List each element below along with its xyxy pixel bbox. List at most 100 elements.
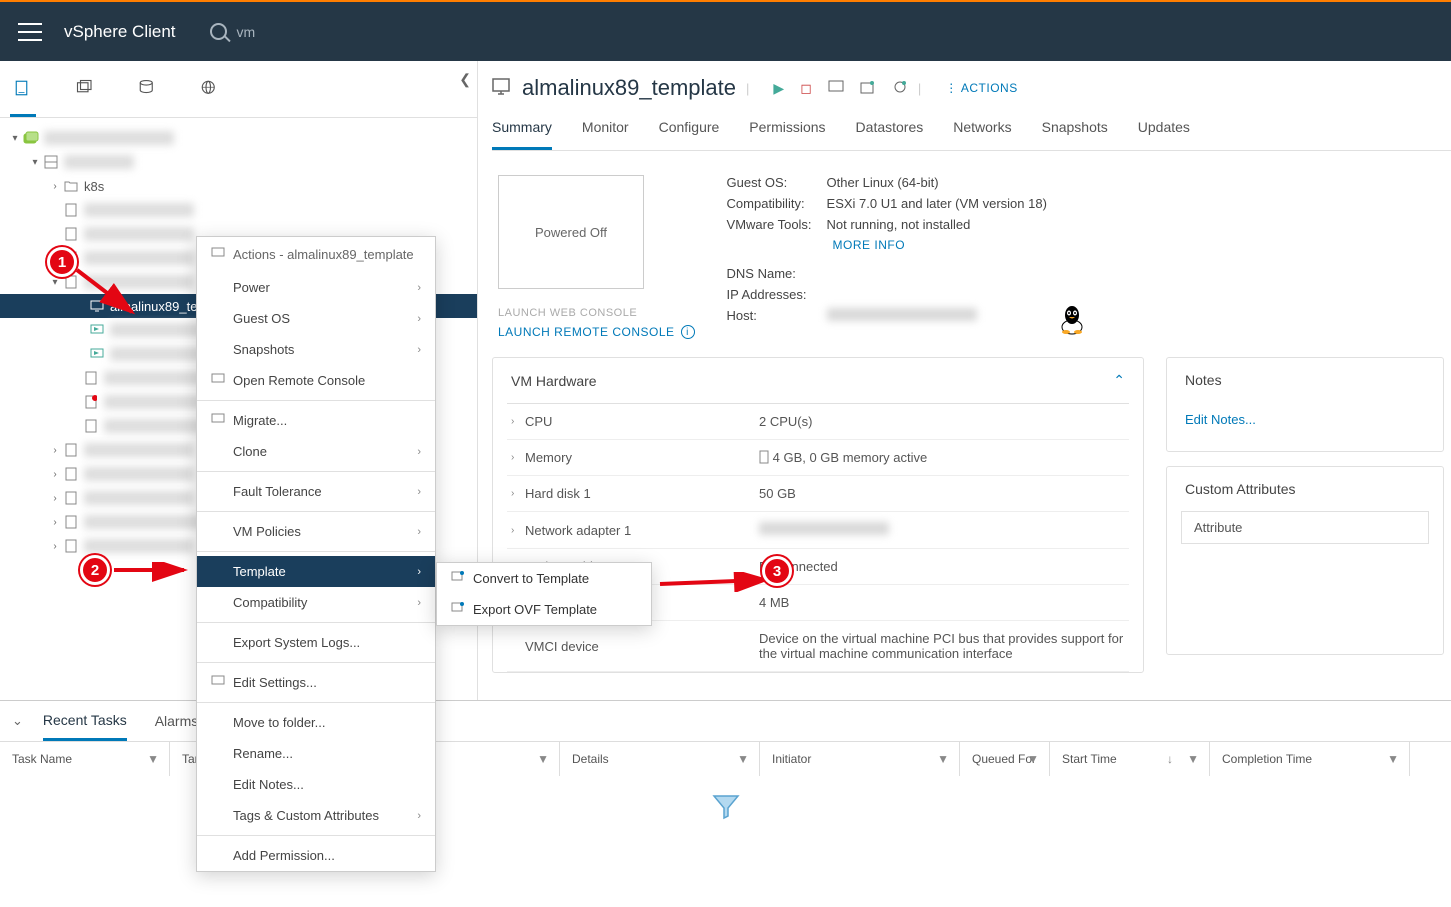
collapse-sidebar-icon[interactable]: ❮ bbox=[459, 71, 471, 88]
context-menu-header: Actions - almalinux89_template bbox=[233, 247, 414, 262]
launch-remote-console[interactable]: LAUNCH REMOTE CONSOLE i bbox=[498, 325, 695, 339]
hw-row[interactable]: ›Hard disk 150 GB bbox=[507, 476, 1129, 512]
context-item-rename-[interactable]: Rename... bbox=[197, 738, 435, 769]
filter-icon[interactable]: ▼ bbox=[537, 752, 549, 766]
networking-tab[interactable] bbox=[196, 79, 222, 117]
actions-dropdown[interactable]: ⋮ ACTIONS bbox=[945, 81, 1018, 95]
host-icon bbox=[62, 515, 80, 529]
edit-notes-link[interactable]: Edit Notes... bbox=[1167, 402, 1443, 451]
more-info-link[interactable]: MORE INFO bbox=[833, 238, 1047, 252]
hw-row[interactable]: ›Network adapter 1 bbox=[507, 512, 1129, 549]
tab-summary[interactable]: Summary bbox=[492, 113, 552, 150]
tab-permissions[interactable]: Permissions bbox=[749, 113, 825, 150]
console-preview[interactable]: Powered Off bbox=[498, 175, 644, 289]
global-search[interactable]: vm bbox=[210, 23, 256, 40]
context-item-template[interactable]: Template› bbox=[197, 556, 435, 587]
info-label: IP Addresses: bbox=[727, 287, 827, 302]
edit-settings-icon[interactable] bbox=[860, 80, 876, 97]
menu-item-icon bbox=[211, 413, 225, 428]
alarms-tab[interactable]: Alarms bbox=[155, 703, 199, 739]
context-item-fault-tolerance[interactable]: Fault Tolerance› bbox=[197, 476, 435, 507]
submenu-item-convert-to-template[interactable]: Convert to Template bbox=[437, 563, 651, 594]
snapshot-icon[interactable] bbox=[892, 80, 908, 97]
menu-item-icon bbox=[451, 602, 465, 617]
tab-configure[interactable]: Configure bbox=[659, 113, 720, 150]
search-text: vm bbox=[237, 24, 256, 40]
task-column-header[interactable]: Completion Time▼ bbox=[1210, 742, 1410, 776]
filter-icon[interactable]: ▼ bbox=[1027, 752, 1039, 766]
context-item-compatibility[interactable]: Compatibility› bbox=[197, 587, 435, 618]
sidebar-view-tabs bbox=[0, 61, 477, 118]
context-item-guest-os[interactable]: Guest OS› bbox=[197, 303, 435, 334]
datacenter-icon bbox=[42, 155, 60, 169]
info-value: Other Linux (64-bit) bbox=[827, 175, 939, 190]
power-off-icon[interactable]: ◻ bbox=[800, 80, 812, 97]
context-item-move-to-folder-[interactable]: Move to folder... bbox=[197, 707, 435, 738]
tree-row[interactable]: ▾ bbox=[0, 150, 477, 174]
context-item-edit-notes-[interactable]: Edit Notes... bbox=[197, 769, 435, 800]
task-column-header[interactable]: Queued For▼ bbox=[960, 742, 1050, 776]
filter-icon[interactable]: ▼ bbox=[1187, 752, 1199, 766]
context-item-tags-custom-attributes[interactable]: Tags & Custom Attributes› bbox=[197, 800, 435, 831]
filter-icon[interactable]: ▼ bbox=[1387, 752, 1399, 766]
chevron-right-icon: › bbox=[417, 810, 421, 822]
host-icon bbox=[62, 203, 80, 217]
tab-updates[interactable]: Updates bbox=[1138, 113, 1190, 150]
host-icon bbox=[82, 419, 100, 433]
hamburger-icon[interactable] bbox=[18, 23, 42, 41]
launch-console-icon[interactable] bbox=[828, 80, 844, 97]
chevron-right-icon: › bbox=[417, 526, 421, 538]
tab-datastores[interactable]: Datastores bbox=[856, 113, 924, 150]
task-column-header[interactable]: Task Name▼ bbox=[0, 742, 170, 776]
expand-bottom-icon[interactable]: ⌄ bbox=[12, 713, 23, 729]
folder-icon bbox=[62, 180, 80, 192]
filter-icon[interactable]: ▼ bbox=[937, 752, 949, 766]
tab-monitor[interactable]: Monitor bbox=[582, 113, 629, 150]
tux-icon bbox=[1059, 305, 1085, 339]
notes-card: Notes Edit Notes... bbox=[1166, 357, 1444, 452]
storage-tab[interactable] bbox=[134, 79, 160, 117]
hosts-clusters-tab[interactable] bbox=[10, 79, 36, 117]
host-icon bbox=[62, 227, 80, 241]
vm-tabs: Summary Monitor Configure Permissions Datast… bbox=[492, 113, 1451, 151]
vm-title: almalinux89_template bbox=[522, 75, 736, 101]
chevron-right-icon: › bbox=[417, 344, 421, 356]
brand-title: vSphere Client bbox=[64, 22, 176, 42]
menu-item-icon bbox=[451, 571, 465, 586]
tree-row[interactable]: › k8s bbox=[0, 174, 477, 198]
tab-snapshots[interactable]: Snapshots bbox=[1042, 113, 1108, 150]
tree-label: k8s bbox=[84, 179, 104, 194]
vms-templates-tab[interactable] bbox=[72, 79, 98, 117]
tab-networks[interactable]: Networks bbox=[953, 113, 1011, 150]
host-icon bbox=[62, 491, 80, 505]
power-on-icon[interactable]: ▶ bbox=[773, 80, 784, 97]
chevron-right-icon: › bbox=[417, 446, 421, 458]
context-item-power[interactable]: Power› bbox=[197, 272, 435, 303]
chevron-right-icon: › bbox=[417, 313, 421, 325]
context-item-add-permission-[interactable]: Add Permission... bbox=[197, 840, 435, 871]
tree-row[interactable] bbox=[0, 198, 477, 222]
hw-row[interactable]: ›CPU2 CPU(s) bbox=[507, 404, 1129, 440]
context-item-vm-policies[interactable]: VM Policies› bbox=[197, 516, 435, 547]
vm-icon bbox=[492, 78, 512, 99]
context-item-open-remote-console[interactable]: Open Remote Console bbox=[197, 365, 435, 396]
filter-icon[interactable]: ▼ bbox=[737, 752, 749, 766]
host-icon bbox=[82, 371, 100, 385]
context-item-migrate-[interactable]: Migrate... bbox=[197, 405, 435, 436]
filter-icon[interactable]: ▼ bbox=[147, 752, 159, 766]
tree-row[interactable]: ▾ bbox=[0, 126, 477, 150]
context-item-export-system-logs-[interactable]: Export System Logs... bbox=[197, 627, 435, 658]
chevron-right-icon: › bbox=[417, 597, 421, 609]
info-icon[interactable]: i bbox=[681, 325, 695, 339]
task-column-header[interactable]: Start Time↓▼ bbox=[1050, 742, 1210, 776]
task-column-header[interactable]: Details▼ bbox=[560, 742, 760, 776]
context-item-edit-settings-[interactable]: Edit Settings... bbox=[197, 667, 435, 698]
hw-row[interactable]: ›Memory 4 GB, 0 GB memory active bbox=[507, 440, 1129, 476]
task-column-header[interactable]: Initiator▼ bbox=[760, 742, 960, 776]
host-warn-icon bbox=[82, 395, 100, 409]
collapse-icon[interactable]: ⌃ bbox=[1113, 372, 1125, 389]
submenu-item-export-ovf-template[interactable]: Export OVF Template bbox=[437, 594, 651, 625]
recent-tasks-tab[interactable]: Recent Tasks bbox=[43, 702, 127, 741]
context-item-snapshots[interactable]: Snapshots› bbox=[197, 334, 435, 365]
context-item-clone[interactable]: Clone› bbox=[197, 436, 435, 467]
